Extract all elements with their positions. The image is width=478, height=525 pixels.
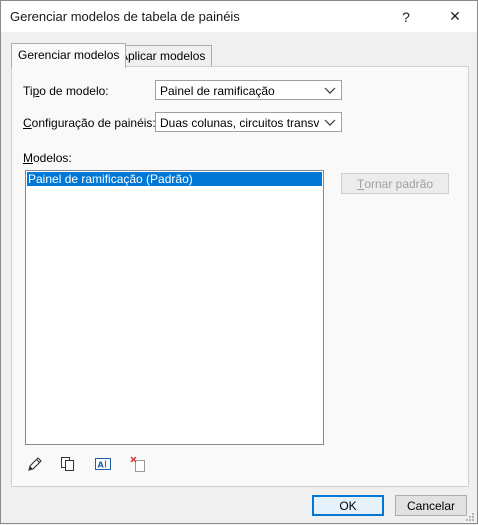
rename-button[interactable]: A <box>93 455 113 475</box>
list-item[interactable]: Painel de ramificação (Padrão) <box>27 172 322 186</box>
edit-button[interactable] <box>25 455 45 475</box>
dialog-window: Gerenciar modelos de tabela de painéis ?… <box>0 0 478 524</box>
title-bar: Gerenciar modelos de tabela de painéis ?… <box>1 1 477 32</box>
models-listbox[interactable]: Painel de ramificação (Padrão) <box>25 170 324 445</box>
svg-text:A: A <box>98 460 105 469</box>
duplicate-icon <box>59 455 77 476</box>
models-label: Modelos: <box>23 151 72 165</box>
template-type-select[interactable]: Painel de ramificação <box>155 80 342 100</box>
duplicate-button[interactable] <box>58 455 78 475</box>
help-button[interactable]: ? <box>386 1 426 32</box>
cancel-button[interactable]: Cancelar <box>395 495 467 516</box>
template-type-label: Tipo de modelo: <box>23 84 109 98</box>
tab-apply-templates[interactable]: Aplicar modelos <box>113 45 213 67</box>
chevron-down-icon <box>322 115 338 129</box>
panel-config-label: Configuração de painéis: <box>23 116 156 130</box>
tab-label: Aplicar modelos <box>120 49 206 63</box>
dialog-title: Gerenciar modelos de tabela de painéis <box>10 9 240 24</box>
rename-icon: A <box>94 455 112 476</box>
panel-config-value: Duas colunas, circuitos transversa <box>160 116 319 130</box>
tab-panel: Tipo de modelo: Painel de ramificação Co… <box>11 66 469 487</box>
tab-manage-templates[interactable]: Gerenciar modelos <box>11 43 127 68</box>
panel-config-select[interactable]: Duas colunas, circuitos transversa <box>155 112 342 132</box>
chevron-down-icon <box>322 83 338 97</box>
help-icon: ? <box>402 8 410 25</box>
delete-button[interactable] <box>128 455 148 475</box>
close-button[interactable]: ✕ <box>435 1 475 32</box>
resize-grip-icon[interactable] <box>465 511 475 521</box>
tab-label: Gerenciar modelos <box>18 48 120 62</box>
edit-icon <box>26 455 44 476</box>
template-type-value: Painel de ramificação <box>160 84 275 98</box>
delete-icon <box>129 455 147 476</box>
close-icon: ✕ <box>449 8 461 24</box>
set-default-button[interactable]: Tornar padrão <box>341 173 449 194</box>
ok-button[interactable]: OK <box>312 495 384 516</box>
